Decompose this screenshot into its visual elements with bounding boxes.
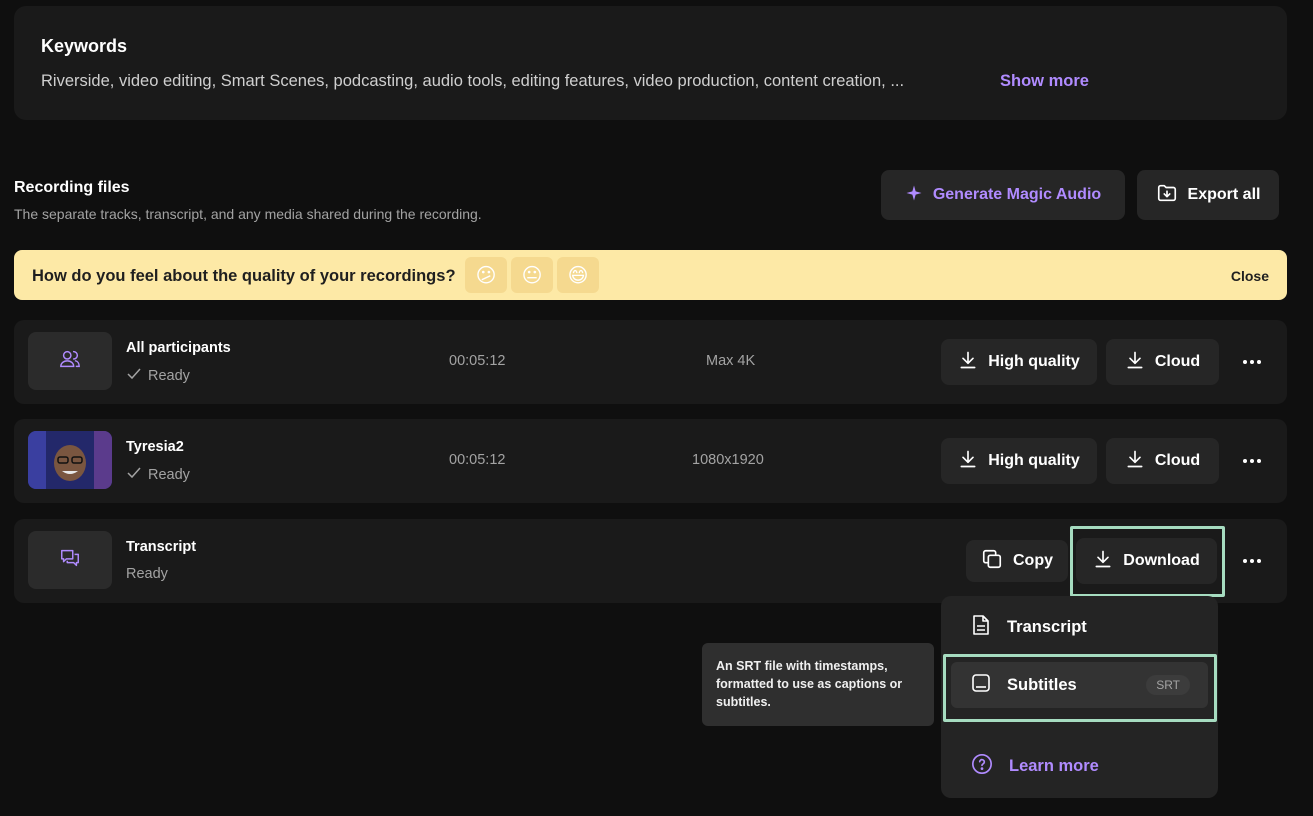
subtitles-tooltip: An SRT file with timestamps, formatted t… bbox=[702, 643, 934, 726]
download-cloud-button[interactable]: Cloud bbox=[1106, 339, 1219, 385]
more-options-button[interactable] bbox=[1236, 546, 1268, 576]
help-circle-icon bbox=[971, 753, 993, 780]
row-resolution: 1080x1920 bbox=[692, 452, 764, 468]
row-name: All participants bbox=[126, 340, 231, 356]
sparkle-icon bbox=[905, 184, 923, 207]
menu-item-label: Subtitles bbox=[1007, 675, 1077, 694]
recording-row-transcript: Transcript Ready Copy Download bbox=[14, 519, 1287, 603]
high-quality-label: High quality bbox=[988, 353, 1080, 370]
more-options-button[interactable] bbox=[1236, 446, 1268, 476]
generate-magic-audio-button[interactable]: Generate Magic Audio bbox=[881, 170, 1125, 220]
row-status-label: Ready bbox=[148, 467, 190, 483]
more-dot bbox=[1250, 559, 1254, 563]
emoji-confused-button[interactable]: 😕 bbox=[465, 257, 507, 293]
row-status: Ready bbox=[126, 367, 190, 385]
more-dot bbox=[1257, 360, 1261, 364]
generate-magic-audio-label: Generate Magic Audio bbox=[932, 186, 1102, 203]
more-dot bbox=[1257, 459, 1261, 463]
feedback-close-button[interactable]: Close bbox=[1231, 268, 1269, 284]
participants-thumbnail bbox=[28, 332, 112, 390]
download-icon bbox=[958, 449, 978, 474]
participant-video-thumbnail bbox=[28, 431, 112, 489]
download-icon bbox=[958, 350, 978, 375]
download-high-quality-button[interactable]: High quality bbox=[941, 438, 1097, 484]
show-more-link[interactable]: Show more bbox=[1000, 72, 1089, 91]
check-icon bbox=[126, 466, 142, 484]
row-status: Ready bbox=[126, 466, 190, 484]
keywords-card: Keywords Riverside, video editing, Smart… bbox=[14, 6, 1287, 120]
person-thumbnail-image bbox=[28, 431, 112, 489]
cloud-label: Cloud bbox=[1154, 452, 1201, 469]
recording-row-tyresia2: Tyresia2 Ready 00:05:12 1080x1920 High q… bbox=[14, 419, 1287, 503]
download-transcript-button[interactable]: Download bbox=[1076, 538, 1217, 584]
emoji-happy-button[interactable]: 😄 bbox=[557, 257, 599, 293]
high-quality-label: High quality bbox=[988, 452, 1080, 469]
emoji-neutral-button[interactable]: 😐 bbox=[511, 257, 553, 293]
copy-icon bbox=[981, 548, 1003, 575]
row-name: Transcript bbox=[126, 539, 197, 555]
subtitles-icon bbox=[971, 673, 991, 698]
export-all-label: Export all bbox=[1187, 186, 1261, 203]
transcript-thumbnail bbox=[28, 531, 112, 589]
export-all-button[interactable]: Export all bbox=[1137, 170, 1279, 220]
recording-files-subtitle: The separate tracks, transcript, and any… bbox=[14, 206, 482, 222]
happy-face-icon: 😄 bbox=[567, 264, 589, 287]
download-dropdown-menu: Transcript Subtitles SRT Learn more bbox=[941, 596, 1218, 798]
download-icon bbox=[1125, 350, 1145, 375]
check-icon bbox=[126, 367, 142, 385]
row-status: Ready bbox=[126, 566, 168, 582]
recording-row-all-participants: All participants Ready 00:05:12 Max 4K H… bbox=[14, 320, 1287, 404]
download-icon bbox=[1125, 449, 1145, 474]
menu-item-subtitles[interactable]: Subtitles SRT bbox=[951, 662, 1208, 708]
neutral-face-icon: 😐 bbox=[521, 264, 543, 287]
row-resolution: Max 4K bbox=[706, 353, 756, 369]
confused-face-icon: 😕 bbox=[475, 264, 497, 287]
row-duration: 00:05:12 bbox=[449, 353, 506, 369]
more-dot bbox=[1257, 559, 1261, 563]
row-status-label: Ready bbox=[148, 368, 190, 384]
chat-bubbles-icon bbox=[59, 547, 81, 574]
download-high-quality-button[interactable]: High quality bbox=[941, 339, 1097, 385]
more-dot bbox=[1243, 459, 1247, 463]
learn-more-link[interactable]: Learn more bbox=[951, 743, 1208, 789]
feedback-banner: How do you feel about the quality of you… bbox=[14, 250, 1287, 300]
download-cloud-button[interactable]: Cloud bbox=[1106, 438, 1219, 484]
more-dot bbox=[1250, 360, 1254, 364]
document-icon bbox=[971, 614, 991, 641]
copy-transcript-button[interactable]: Copy bbox=[966, 540, 1068, 582]
folder-export-icon bbox=[1156, 182, 1178, 209]
row-duration: 00:05:12 bbox=[449, 452, 506, 468]
learn-more-label: Learn more bbox=[1009, 756, 1099, 775]
users-icon bbox=[59, 348, 81, 375]
download-icon bbox=[1093, 549, 1113, 574]
row-name: Tyresia2 bbox=[126, 439, 184, 455]
download-label: Download bbox=[1123, 552, 1200, 569]
keywords-title: Keywords bbox=[41, 36, 128, 56]
feedback-question: How do you feel about the quality of you… bbox=[32, 267, 456, 285]
recording-files-title: Recording files bbox=[14, 179, 130, 196]
more-dot bbox=[1243, 360, 1247, 364]
menu-item-transcript[interactable]: Transcript bbox=[951, 604, 1208, 650]
srt-badge: SRT bbox=[1146, 675, 1190, 695]
menu-item-label: Transcript bbox=[1007, 617, 1087, 636]
copy-label: Copy bbox=[1013, 552, 1053, 569]
more-options-button[interactable] bbox=[1236, 347, 1268, 377]
more-dot bbox=[1243, 559, 1247, 563]
keywords-list: Riverside, video editing, Smart Scenes, … bbox=[41, 72, 905, 90]
more-dot bbox=[1250, 459, 1254, 463]
cloud-label: Cloud bbox=[1154, 353, 1201, 370]
